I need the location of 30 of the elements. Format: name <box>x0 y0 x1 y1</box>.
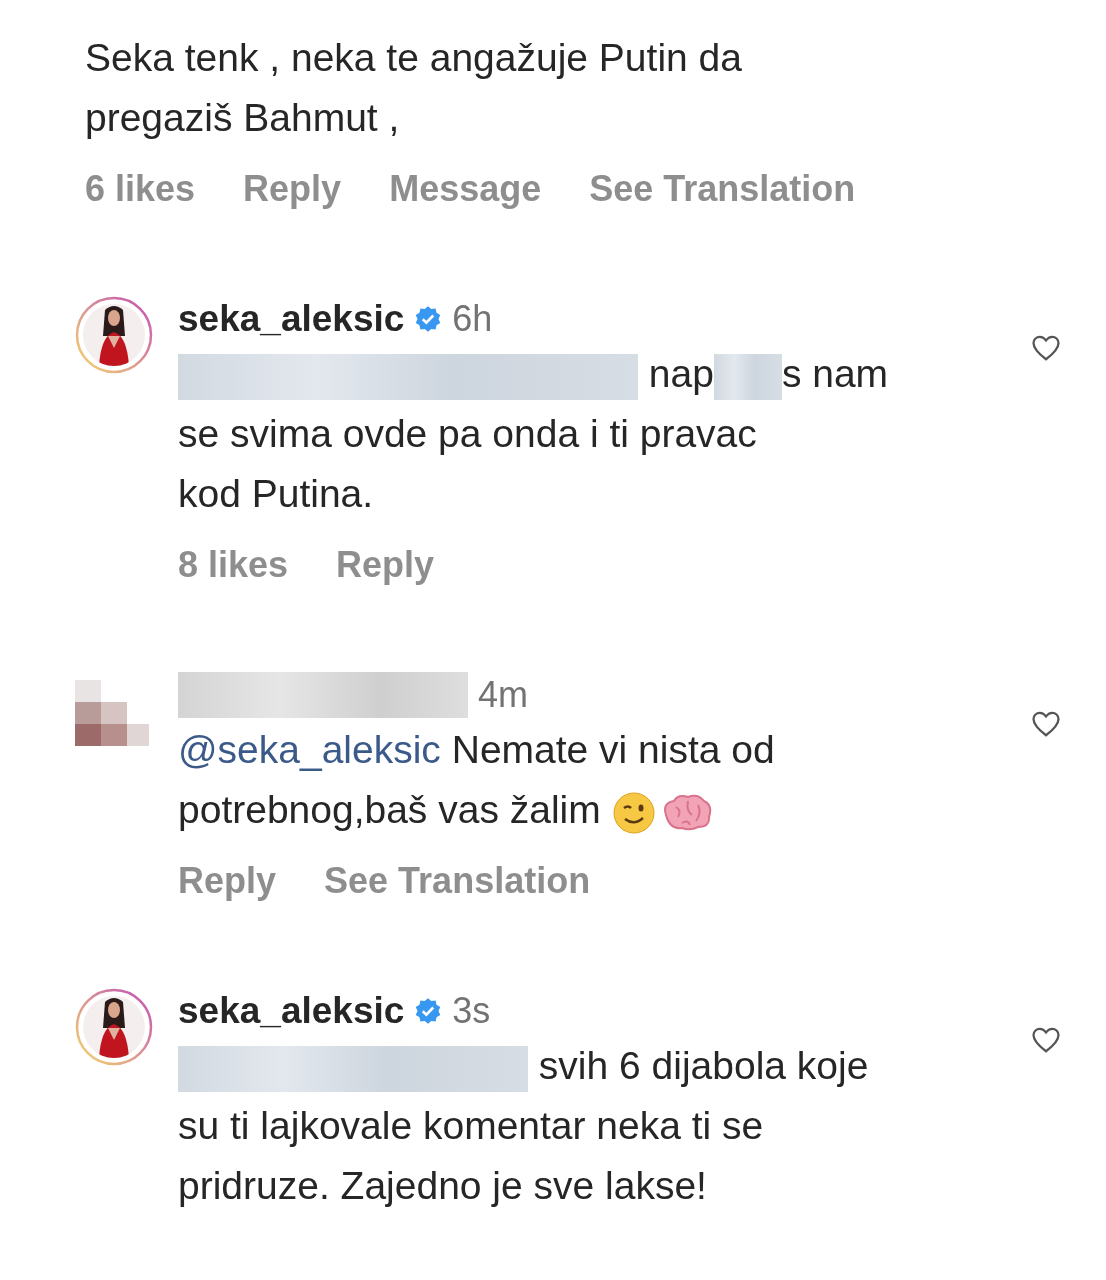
comment-action[interactable]: Reply <box>243 162 342 216</box>
redacted-text <box>713 353 782 400</box>
comment-action[interactable]: Reply <box>178 854 277 908</box>
comment-time: 3s <box>452 989 491 1033</box>
comment-action[interactable]: Reply <box>336 538 435 592</box>
comment-text: Seka tenk , neka te angažuje Putin da <box>85 36 742 79</box>
comment-text: se svima ovde pa onda i ti pravac <box>178 412 757 455</box>
like-heart-icon[interactable] <box>1031 334 1061 362</box>
comment-action[interactable]: Message <box>389 162 542 216</box>
comment-action[interactable]: See Translation <box>589 162 856 216</box>
comment-action[interactable]: See Translation <box>324 854 591 908</box>
comment-text: pregaziš Bahmut , <box>85 96 400 139</box>
comment-time: 4m <box>478 673 528 717</box>
mention-link[interactable]: @seka_aleksic <box>178 728 441 771</box>
comment-text: s nam <box>781 352 889 395</box>
username[interactable]: seka_aleksic <box>178 291 405 347</box>
comment-action[interactable]: 6 likes <box>85 162 196 216</box>
like-heart-icon[interactable] <box>1031 710 1061 738</box>
comment-action[interactable]: 8 likes <box>178 538 289 592</box>
comment-text: nap <box>647 352 714 395</box>
comment-text: potrebnog,baš vas žalim <box>178 788 602 831</box>
username[interactable]: seka_aleksic <box>178 983 405 1039</box>
comment-text: kod Putina. <box>178 472 374 515</box>
comment-text: su ti lajkovale komentar neka ti se <box>178 1104 764 1147</box>
comment-text: Nemate vi nista od <box>450 728 775 771</box>
like-heart-icon[interactable] <box>1031 1026 1061 1054</box>
comment-text: pridruze. Zajedno je sve lakse! <box>178 1164 707 1207</box>
comment-time: 6h <box>452 297 493 341</box>
comment-text: svih 6 dijabola koje <box>537 1044 869 1087</box>
winking-face-icon <box>611 790 656 835</box>
